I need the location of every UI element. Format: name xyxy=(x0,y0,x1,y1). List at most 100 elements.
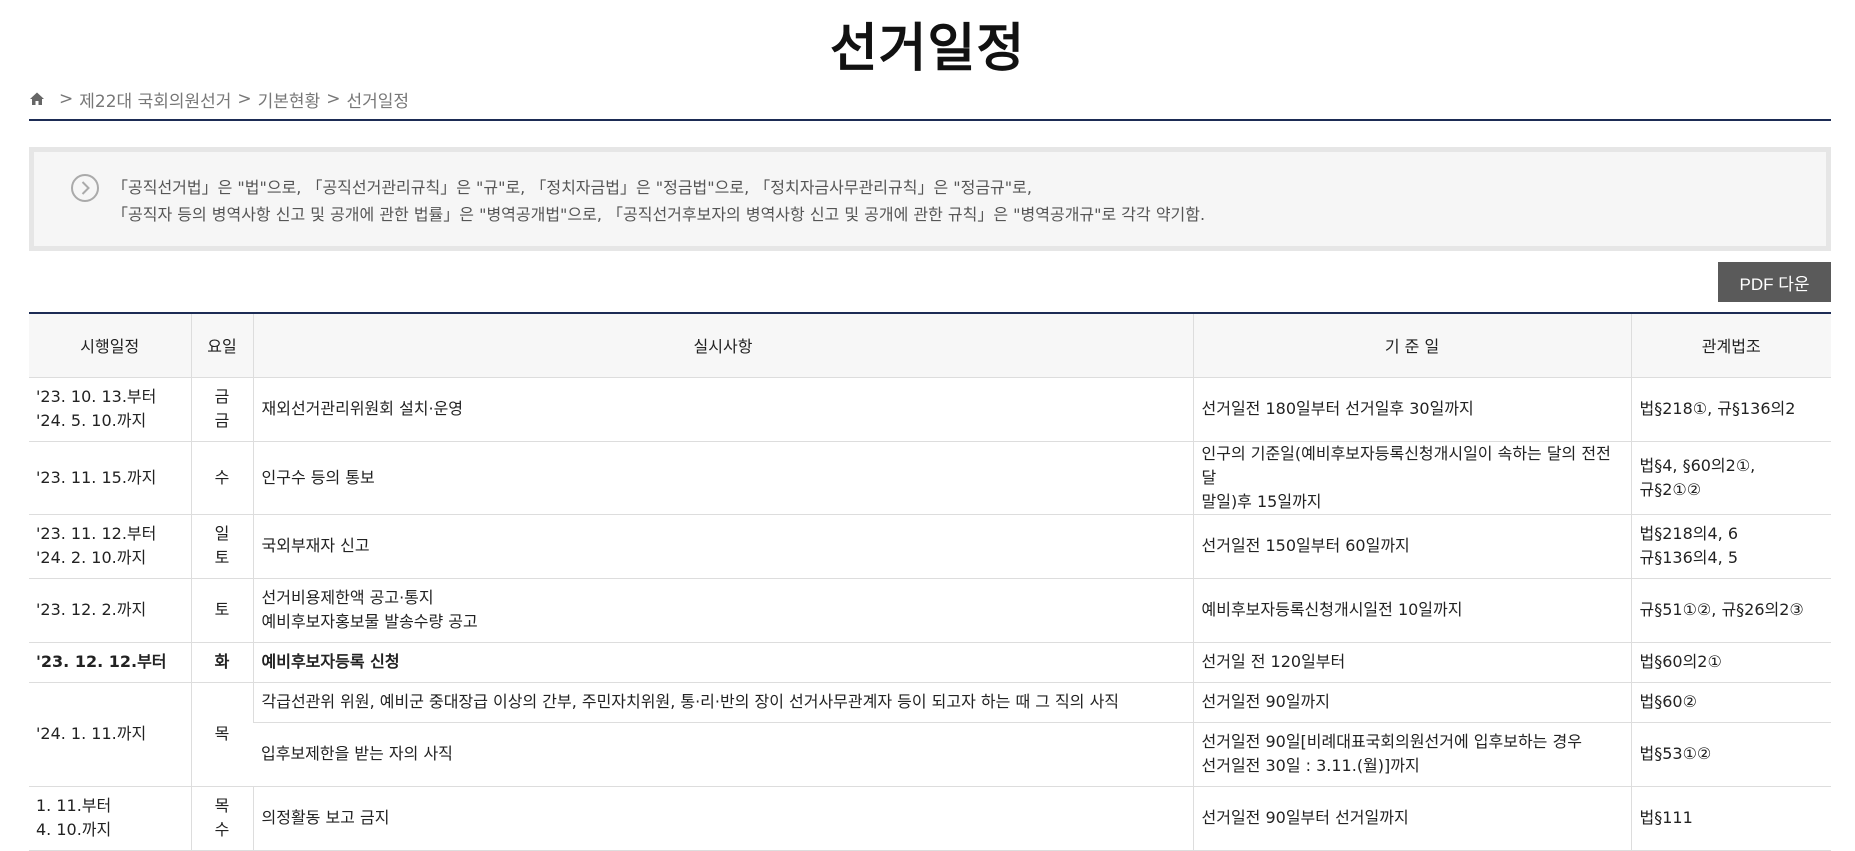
pdf-download-button[interactable]: PDF 다운 xyxy=(1718,262,1831,302)
cell-text: '23. 10. 13.부터 xyxy=(36,387,157,406)
notice-text-line: 「공직자 등의 병역사항 신고 및 공개에 관한 법률」은 "병역공개법"으로,… xyxy=(112,205,1206,224)
cell-day: 목수 xyxy=(190,786,253,851)
cell-text: '23. 11. 15.까지 xyxy=(36,467,157,487)
cell-basis: 선거일전 150일부터 60일까지 xyxy=(1192,514,1631,579)
cell-text: 규§2①② xyxy=(1639,479,1702,499)
cell-text: 토 xyxy=(214,548,230,567)
cell-text: '23. 12. 12.부터 xyxy=(36,652,167,671)
cell-text: '24. 2. 10.까지 xyxy=(36,548,147,567)
breadcrumb-item[interactable]: 기본현황 xyxy=(258,87,321,112)
cell-day: 토 xyxy=(190,578,253,643)
cell-text: '23. 12. 2.까지 xyxy=(36,600,147,619)
cell-basis: 인구의 기준일(예비후보자등록신청개시일이 속하는 달의 전전달 말일)후 15일… xyxy=(1192,441,1631,515)
column-header-day: 요일 xyxy=(190,313,253,378)
cell-text: 예비후보자홍보물 발송수량 공고 xyxy=(261,612,478,631)
cell-date: 1. 11.부터 4. 10.까지 xyxy=(29,786,191,851)
cell-text: 법§53①② xyxy=(1639,744,1712,763)
cell-law: 법§218의4, 6 규§136의4, 5 xyxy=(1630,514,1831,579)
abbreviation-notice: 「공직선거법」은 "법"으로, 「공직선거관리규칙」은 "규"로, 「정치자금법… xyxy=(29,147,1831,251)
cell-text: 규§51①②, 규§26의2③ xyxy=(1639,600,1804,619)
cell-text: 금 xyxy=(214,387,230,406)
cell-text: 선거일전 90일[비례대표국회의원선거에 입후보하는 경우 xyxy=(1201,732,1582,751)
cell-basis: 선거일 전 120일부터 xyxy=(1192,642,1631,683)
table-row: '24. 1. 11.까지 목 각급선관위 위원, 예비군 중대장급 이상의 간… xyxy=(29,682,1831,787)
cell-basis: 예비후보자등록신청개시일전 10일까지 xyxy=(1192,578,1631,643)
cell-date: '23. 11. 15.까지 xyxy=(29,441,191,515)
cell-date: '23. 10. 13.부터 '24. 5. 10.까지 xyxy=(29,377,191,442)
cell-text: 수 xyxy=(214,820,230,839)
cell-basis: 선거일전 90일까지 xyxy=(1192,682,1631,723)
cell-text: 1. 11.부터 xyxy=(36,796,112,815)
cell-text: 의정활동 보고 금지 xyxy=(261,808,390,827)
column-header-law: 관계법조 xyxy=(1630,313,1831,378)
cell-text: '24. 5. 10.까지 xyxy=(36,411,147,430)
cell-text: 법§4, §60의2①, xyxy=(1639,455,1756,475)
table-row: '23. 11. 15.까지 수 인구수 등의 통보 인구의 기준일(예비후보자… xyxy=(29,441,1831,515)
cell-text: 선거일전 90일까지 xyxy=(1201,692,1331,711)
column-header-item: 실시사항 xyxy=(252,313,1193,378)
cell-item: 선거비용제한액 공고·통지예비후보자홍보물 발송수량 공고 xyxy=(252,578,1193,643)
cell-item: 재외선거관리위원회 설치·운영 xyxy=(252,377,1193,442)
cell-date: '24. 1. 11.까지 xyxy=(29,682,191,787)
table-row: '23. 10. 13.부터 '24. 5. 10.까지 금금 재외선거관리위원회… xyxy=(29,377,1831,442)
election-schedule-table: 시행일정 요일 실시사항 기 준 일 관계법조 '23. 10. 13.부터 '2… xyxy=(29,312,1831,851)
cell-date: '23. 12. 12.부터 xyxy=(29,642,191,683)
header-divider xyxy=(29,119,1831,121)
cell-text: 예비후보자등록신청개시일전 10일까지 xyxy=(1201,600,1463,619)
cell-text: 법§60② xyxy=(1639,692,1697,711)
cell-text: 일 xyxy=(214,524,230,543)
cell-law: 법§218①, 규§136의2 xyxy=(1630,377,1831,442)
cell-text: 선거일 전 120일부터 xyxy=(1201,652,1346,671)
cell-text: 법§218①, 규§136의2 xyxy=(1639,399,1796,418)
cell-law: 규§51①②, 규§26의2③ xyxy=(1630,578,1831,643)
cell-item: 의정활동 보고 금지 xyxy=(252,786,1193,851)
cell-text: 선거일전 90일부터 선거일까지 xyxy=(1201,808,1409,827)
cell-item: 각급선관위 위원, 예비군 중대장급 이상의 간부, 주민자치위원, 통·리·반… xyxy=(252,682,1193,723)
breadcrumb-item-current[interactable]: 선거일정 xyxy=(346,87,409,112)
column-header-date: 시행일정 xyxy=(29,313,191,378)
table-row: '23. 11. 12.부터 '24. 2. 10.까지 일토 국외부재자 신고 … xyxy=(29,514,1831,579)
cell-text: 법§111 xyxy=(1639,808,1693,827)
column-header-basis: 기 준 일 xyxy=(1192,313,1631,378)
cell-day: 수 xyxy=(190,441,253,515)
table-row: 1. 11.부터 4. 10.까지 목수 의정활동 보고 금지 선거일전 90일부… xyxy=(29,786,1831,851)
cell-text: 금 xyxy=(214,411,230,430)
cell-item: 입후보제한을 받는 자의 사직 xyxy=(253,722,1193,787)
cell-text: 선거비용제한액 공고·통지 xyxy=(261,588,434,607)
cell-law: 법§4, §60의2①, 규§2①② xyxy=(1630,441,1831,515)
cell-text: 규§136의4, 5 xyxy=(1639,548,1739,567)
cell-text: 말일)후 15일까지 xyxy=(1201,491,1322,511)
cell-text: 선거일전 180일부터 선거일후 30일까지 xyxy=(1201,399,1474,418)
cell-text: 4. 10.까지 xyxy=(36,820,112,839)
cell-day: 화 xyxy=(190,642,253,683)
chevron-circle-right-icon xyxy=(71,174,99,202)
cell-text: 선거일전 150일부터 60일까지 xyxy=(1201,536,1410,555)
cell-item: 국외부재자 신고 xyxy=(252,514,1193,579)
table-row: '23. 12. 12.부터 화 예비후보자등록 신청 선거일 전 120일부터… xyxy=(29,642,1831,683)
cell-day: 일토 xyxy=(190,514,253,579)
breadcrumb-item[interactable]: 제22대 국회의원선거 xyxy=(79,87,231,112)
cell-text: 선거일전 30일 : 3.11.(월)]까지 xyxy=(1201,756,1420,775)
home-icon[interactable] xyxy=(29,91,45,107)
cell-day: 금금 xyxy=(190,377,253,442)
cell-basis: 선거일전 90일[비례대표국회의원선거에 입후보하는 경우선거일전 30일 : … xyxy=(1192,722,1631,787)
cell-date: '23. 12. 2.까지 xyxy=(29,578,191,643)
table-row: 입후보제한을 받는 자의 사직 선거일전 90일[비례대표국회의원선거에 입후보… xyxy=(29,722,1831,787)
cell-law: 법§53①② xyxy=(1630,722,1831,787)
cell-basis: 선거일전 90일부터 선거일까지 xyxy=(1192,786,1631,851)
cell-text: 재외선거관리위원회 설치·운영 xyxy=(261,399,464,418)
breadcrumb-separator: > xyxy=(237,89,252,109)
cell-text: 목 xyxy=(214,796,230,815)
cell-text: 화 xyxy=(214,652,230,671)
cell-text: 각급선관위 위원, 예비군 중대장급 이상의 간부, 주민자치위원, 통·리·반… xyxy=(261,692,1120,711)
cell-text: '24. 1. 11.까지 xyxy=(36,724,147,743)
cell-text: 토 xyxy=(214,600,230,619)
cell-text: 예비후보자등록 신청 xyxy=(261,652,400,671)
table-row: '23. 12. 2.까지 토 선거비용제한액 공고·통지예비후보자홍보물 발송… xyxy=(29,578,1831,643)
cell-text: 법§60의2① xyxy=(1639,652,1722,671)
cell-text: 입후보제한을 받는 자의 사직 xyxy=(261,744,453,763)
breadcrumb-separator: > xyxy=(326,89,341,109)
page-title: 선거일정 xyxy=(829,19,1026,79)
breadcrumb: > 제22대 국회의원선거 > 기본현황 > 선거일정 xyxy=(29,86,409,112)
cell-text: 국외부재자 신고 xyxy=(261,536,370,555)
